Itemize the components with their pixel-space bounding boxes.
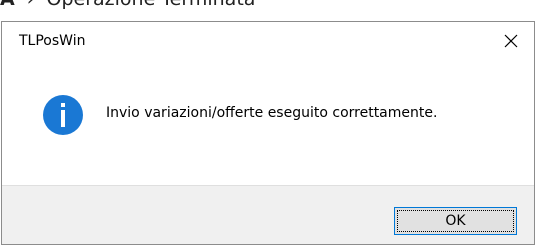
page-heading: A › Operazione Terminata: [0, 0, 255, 10]
dialog-title: TLPosWin: [19, 33, 86, 49]
dialog-message: Invio variazioni/offerte eseguito corret…: [106, 105, 438, 121]
dialog-titlebar[interactable]: TLPosWin: [2, 22, 534, 60]
close-icon: [504, 34, 518, 48]
message-dialog: TLPosWin Invio variazioni/offerte esegui…: [1, 21, 535, 245]
close-button[interactable]: [488, 22, 534, 60]
ok-button-label: OK: [445, 213, 466, 229]
dialog-content: Invio variazioni/offerte eseguito corret…: [2, 60, 534, 185]
info-icon: [43, 95, 83, 135]
heading-text: Operazione Terminata: [47, 0, 256, 10]
dialog-footer: OK: [2, 185, 534, 244]
ok-button[interactable]: OK: [394, 207, 517, 235]
heading-arrow-icon: ›: [21, 0, 41, 10]
heading-mark: A: [0, 0, 15, 10]
